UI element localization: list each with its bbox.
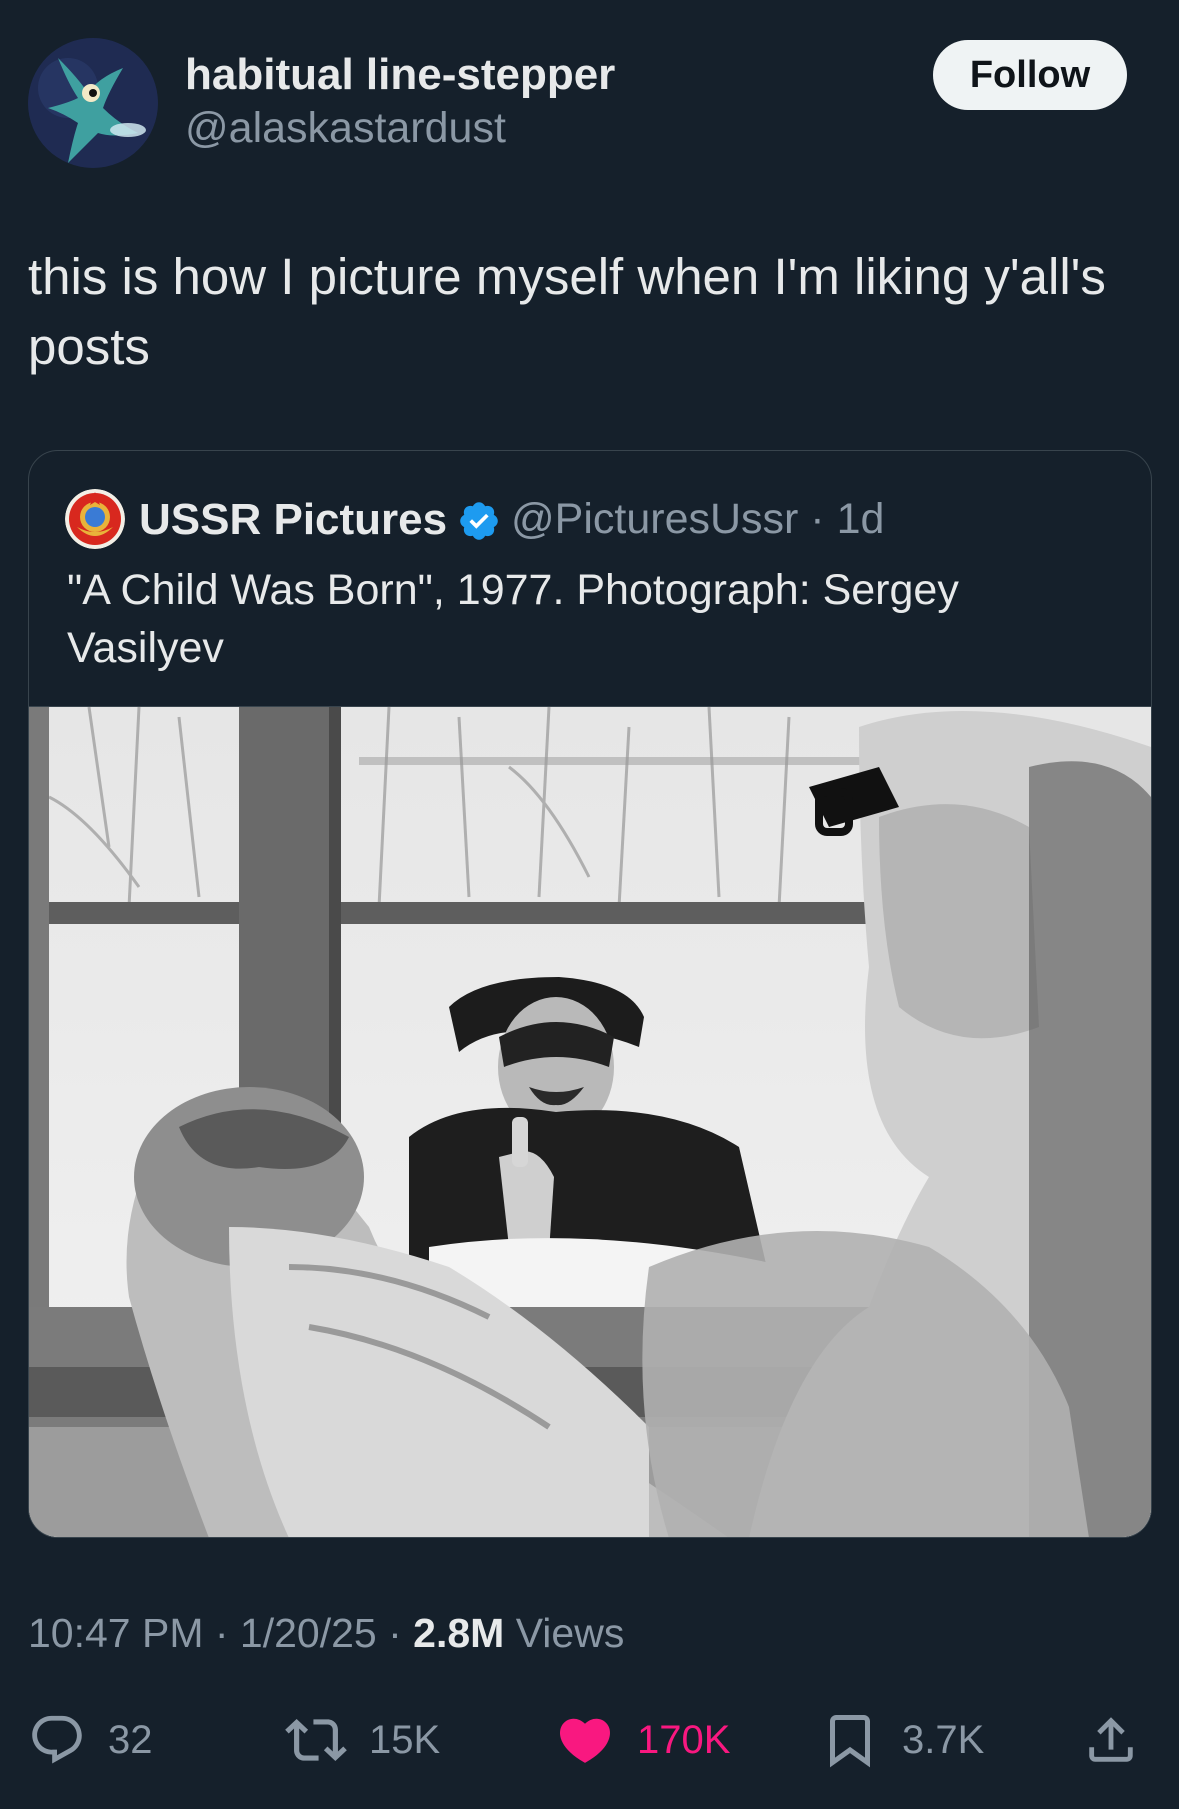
reply-count: 32 — [108, 1717, 153, 1762]
author-display-name[interactable]: habitual line-stepper — [185, 50, 615, 100]
tweet-meta: 10:47 PM · 1/20/25 · 2.8M Views — [28, 1610, 624, 1657]
like-count: 170K — [637, 1717, 731, 1762]
share-button[interactable] — [1082, 1700, 1140, 1780]
views-label: Views — [504, 1610, 625, 1656]
share-icon — [1089, 1717, 1133, 1762]
tweet-header: habitual line-stepper @alaskastardust Fo… — [0, 0, 1179, 200]
quoted-photo[interactable] — [29, 706, 1151, 1537]
bookmark-count: 3.7K — [902, 1717, 985, 1762]
quoted-handle-and-time[interactable]: @PicturesUssr · 1d — [511, 495, 884, 544]
quoted-display-name[interactable]: USSR Pictures — [139, 495, 447, 545]
repost-button[interactable]: 15K — [285, 1700, 440, 1780]
reply-icon — [32, 1715, 82, 1764]
verified-badge-icon — [457, 499, 501, 543]
repost-count: 15K — [369, 1717, 441, 1762]
author-avatar[interactable] — [28, 38, 158, 168]
tweet-text: this is how I picture myself when I'm li… — [28, 248, 1106, 375]
timestamp[interactable]: 10:47 PM · 1/20/25 · — [28, 1610, 413, 1656]
quoted-tweet-card[interactable]: USSR Pictures @PicturesUssr · 1d "A Chil… — [28, 450, 1152, 1538]
bookmark-icon — [830, 1715, 870, 1768]
repost-icon — [285, 1719, 347, 1761]
bookmark-button[interactable]: 3.7K — [820, 1700, 984, 1780]
action-bar: 32 15K 170K 3.7K — [0, 1700, 1179, 1780]
views-count: 2.8M — [413, 1610, 505, 1656]
like-button[interactable]: 170K — [555, 1700, 730, 1780]
author-handle[interactable]: @alaskastardust — [185, 104, 506, 153]
heart-filled-icon — [559, 1718, 611, 1763]
quoted-author-avatar[interactable] — [65, 489, 125, 549]
reply-button[interactable]: 32 — [28, 1700, 153, 1780]
follow-button[interactable]: Follow — [933, 40, 1127, 110]
quoted-tweet-text: "A Child Was Born", 1977. Photograph: Se… — [67, 566, 959, 672]
